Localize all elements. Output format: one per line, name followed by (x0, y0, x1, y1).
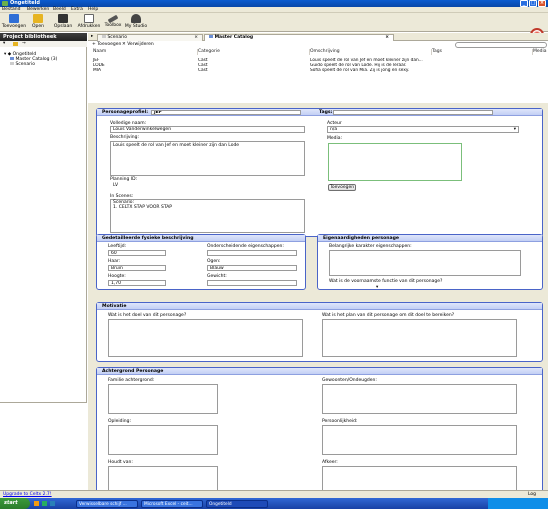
catalog-table: Naam Categorie Omschrijving Tags Media J… (88, 49, 548, 103)
plan-textarea[interactable] (322, 319, 517, 357)
profile-header: Personageprofiel: JEF Tags: (97, 109, 542, 116)
status-bar: Upgrade to Celtx 2.7! Log (0, 490, 548, 498)
tree-item-scenario[interactable]: Scenario (10, 62, 35, 67)
script-icon (102, 35, 106, 38)
add-media-button[interactable]: Toevoegen (328, 184, 356, 191)
studio-icon (131, 14, 141, 23)
tab-arrow-icon[interactable]: ▸ (91, 33, 93, 41)
important-traits-textarea[interactable] (329, 250, 521, 276)
tags-field[interactable] (333, 110, 493, 115)
start-button[interactable]: start (0, 498, 30, 509)
chevron-down-icon: ▾ (513, 127, 516, 132)
toolbar: Toevoegen Open Opslaan Afdrukken Toolbox… (0, 13, 548, 42)
sidebar-title: Project bibliotheek (0, 33, 87, 41)
taskbar-item-removable-disk[interactable]: Verwisselbare schijf ... (76, 500, 138, 508)
quicklaunch-icon[interactable] (50, 501, 55, 506)
traits-header: Eigenaardigheden personage (318, 235, 542, 242)
table-row[interactable]: MIA Cast Sofia speelt de rol van Mia. Zi… (88, 68, 548, 73)
taskbar-item-celtx[interactable]: Ongetiteld (206, 500, 268, 508)
physical-header: Gedetailleerde fysieke beschrijving (97, 235, 305, 242)
add-item-button[interactable]: + Toevoegen (92, 41, 121, 49)
printer-icon (84, 14, 94, 23)
toolbox-button[interactable]: Toolbox (103, 14, 123, 31)
window-title: Ongetiteld (10, 0, 40, 6)
column-header-name[interactable]: Naam (93, 49, 198, 55)
features-field[interactable] (207, 250, 297, 256)
habits-textarea[interactable] (322, 384, 517, 414)
full-name-field[interactable]: Louis Vanderwinkelwegen (110, 126, 305, 133)
column-header-description[interactable]: Omschrijving (310, 49, 432, 55)
character-traits-panel: Eigenaardigheden personage Belangrijke k… (317, 234, 543, 290)
project-library-sidebar: Project bibliotheek ▾ → ▾ ◆ Ongetiteld M… (0, 33, 87, 523)
folder-icon (33, 14, 43, 23)
document-tabs: ▸ Scenario × Master Catalog × (88, 33, 548, 41)
tab-master-catalog[interactable]: Master Catalog × (204, 34, 394, 41)
save-button[interactable]: Opslaan (52, 14, 74, 31)
remove-item-button[interactable]: ✕ Verwijderen (122, 41, 154, 49)
column-header-category[interactable]: Categorie (198, 49, 310, 55)
planning-id-value[interactable]: LV (113, 183, 118, 188)
profile-name-field[interactable]: JEF (151, 110, 301, 115)
dislikes-textarea[interactable] (322, 466, 517, 492)
save-icon (58, 14, 68, 23)
script-icon (10, 62, 14, 65)
open-button[interactable]: Open (28, 14, 48, 31)
scenes-list[interactable]: Scenario: 1. CELTX STAP VOOR STAP (110, 199, 305, 233)
description-textarea[interactable]: Louis speelt de rol van Jef en moet klei… (110, 141, 305, 176)
quicklaunch-icon[interactable] (34, 501, 39, 506)
title-bar: Ongetiteld _ □ × (0, 0, 548, 7)
add-icon (9, 14, 19, 23)
physical-description-panel: Gedetailleerde fysieke beschrijving Leef… (96, 234, 306, 290)
hair-field[interactable]: Bruin (108, 265, 166, 271)
media-drop-area[interactable] (328, 143, 462, 181)
my-studio-button[interactable]: My Studio (122, 14, 150, 31)
age-field[interactable]: 60 (108, 250, 166, 256)
print-button[interactable]: Afdrukken (76, 14, 102, 31)
search-input[interactable] (455, 42, 547, 48)
arrow-icon[interactable]: → (22, 41, 26, 47)
column-header-media[interactable]: Media (533, 49, 548, 55)
family-background-textarea[interactable] (108, 384, 218, 414)
folder-icon[interactable] (13, 42, 18, 46)
tab-scenario[interactable]: Scenario × (97, 34, 203, 41)
chevron-down-icon[interactable]: ▾ (376, 285, 378, 290)
weight-field[interactable] (207, 280, 297, 286)
motivation-header: Motivatie (97, 303, 542, 310)
catalog-icon (209, 35, 213, 38)
toolbox-icon (107, 14, 119, 24)
character-profile-panel: Personageprofiel: JEF Tags: Volledige na… (96, 108, 543, 237)
add-button[interactable]: Toevoegen (1, 14, 27, 31)
system-tray (488, 498, 548, 509)
quicklaunch-icon[interactable] (42, 501, 47, 506)
column-header-tags[interactable]: Tags (432, 49, 533, 55)
detail-pane: Personageprofiel: JEF Tags: Volledige na… (88, 103, 548, 493)
personality-textarea[interactable] (322, 425, 517, 455)
background-panel: Achtergrond Personage Familie achtergron… (96, 367, 543, 493)
add-folder-icon[interactable]: ▾ (3, 41, 5, 47)
sidebar-toolbar: ▾ → (0, 41, 87, 47)
background-header: Achtergrond Personage (97, 368, 542, 375)
education-textarea[interactable] (108, 425, 218, 455)
eyes-field[interactable]: Blauw (207, 265, 297, 271)
likes-textarea[interactable] (108, 466, 218, 492)
taskbar-item-excel[interactable]: Microsoft Excel - ceit... (141, 500, 203, 508)
catalog-icon (10, 57, 14, 60)
close-icon[interactable]: × (538, 0, 546, 7)
app-icon (2, 1, 8, 6)
minimize-icon[interactable]: _ (520, 0, 528, 7)
motivation-panel: Motivatie Wat is het doel van dit person… (96, 302, 543, 362)
actor-select[interactable]: n/a ▾ (327, 126, 519, 133)
maximize-icon[interactable]: □ (529, 0, 537, 7)
height-field[interactable]: 1,70 (108, 280, 166, 286)
goal-textarea[interactable] (108, 319, 303, 357)
